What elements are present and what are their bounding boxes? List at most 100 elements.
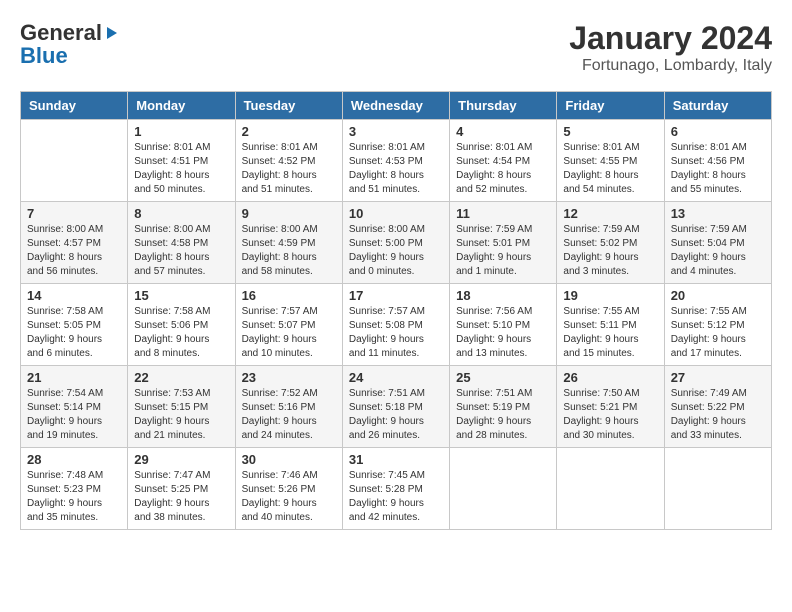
day-info: Sunrise: 8:00 AMSunset: 5:00 PMDaylight:… <box>349 223 443 279</box>
day-info: Sunrise: 7:50 AMSunset: 5:21 PMDaylight:… <box>563 387 657 443</box>
day-info: Sunrise: 7:55 AMSunset: 5:11 PMDaylight:… <box>563 305 657 361</box>
calendar-cell <box>21 120 128 202</box>
day-number: 25 <box>456 370 550 385</box>
calendar-cell: 2Sunrise: 8:01 AMSunset: 4:52 PMDaylight… <box>235 120 342 202</box>
calendar-cell: 31 Sunrise: 7:45 AMSunset: 5:28 PMDayligh… <box>342 448 449 530</box>
calendar-week-row: 28 Sunrise: 7:48 AMSunset: 5:23 PMDayligh… <box>21 448 772 530</box>
day-number: 12 <box>563 206 657 221</box>
day-number: 9 <box>242 206 336 221</box>
day-info: Sunrise: 7:59 AMSunset: 5:02 PMDaylight:… <box>563 223 657 279</box>
day-number: 14 <box>27 288 121 303</box>
calendar-cell: 29 Sunrise: 7:47 AMSunset: 5:25 PMDayligh… <box>128 448 235 530</box>
calendar-cell: 11 Sunrise: 7:59 AMSunset: 5:01 PMDayligh… <box>450 202 557 284</box>
day-number: 1 <box>134 124 228 139</box>
day-info: Sunrise: 8:00 AMSunset: 4:59 PMDaylight:… <box>242 223 336 279</box>
day-info: Sunrise: 7:53 AMSunset: 5:15 PMDaylight:… <box>134 387 228 443</box>
day-number: 21 <box>27 370 121 385</box>
calendar-cell <box>450 448 557 530</box>
day-number: 26 <box>563 370 657 385</box>
day-info: Sunrise: 7:47 AMSunset: 5:25 PMDaylight:… <box>134 469 228 525</box>
day-info: Sunrise: 7:45 AMSunset: 5:28 PMDaylight:… <box>349 469 443 525</box>
logo-arrow-icon <box>103 25 119 41</box>
calendar-cell: 13Sunrise: 7:59 AMSunset: 5:04 PMDayligh… <box>664 202 771 284</box>
calendar-cell: 25 Sunrise: 7:51 AMSunset: 5:19 PMDayligh… <box>450 366 557 448</box>
calendar-cell: 19Sunrise: 7:55 AMSunset: 5:11 PMDayligh… <box>557 284 664 366</box>
weekday-header-wednesday: Wednesday <box>342 92 449 120</box>
day-number: 31 <box>349 452 443 467</box>
day-info: Sunrise: 7:51 AMSunset: 5:18 PMDaylight:… <box>349 387 443 443</box>
calendar-cell: 8Sunrise: 8:00 AMSunset: 4:58 PMDaylight… <box>128 202 235 284</box>
day-number: 15 <box>134 288 228 303</box>
day-info: Sunrise: 8:01 AMSunset: 4:53 PMDaylight:… <box>349 141 443 197</box>
logo: General Blue <box>20 20 120 66</box>
month-title: January 2024 <box>569 20 772 57</box>
calendar-week-row: 1 Sunrise: 8:01 AMSunset: 4:51 PMDaylight… <box>21 120 772 202</box>
day-number: 4 <box>456 124 550 139</box>
calendar-cell: 23 Sunrise: 7:52 AMSunset: 5:16 PMDayligh… <box>235 366 342 448</box>
calendar-cell: 21 Sunrise: 7:54 AMSunset: 5:14 PMDayligh… <box>21 366 128 448</box>
calendar-cell: 1 Sunrise: 8:01 AMSunset: 4:51 PMDaylight… <box>128 120 235 202</box>
day-info: Sunrise: 8:01 AMSunset: 4:56 PMDaylight:… <box>671 141 765 197</box>
logo-blue-text: Blue <box>20 46 68 66</box>
day-info: Sunrise: 7:57 AMSunset: 5:07 PMDaylight:… <box>242 305 336 361</box>
day-info: Sunrise: 7:52 AMSunset: 5:16 PMDaylight:… <box>242 387 336 443</box>
day-number: 3 <box>349 124 443 139</box>
calendar-cell: 7Sunrise: 8:00 AMSunset: 4:57 PMDaylight… <box>21 202 128 284</box>
calendar-cell: 16 Sunrise: 7:57 AMSunset: 5:07 PMDayligh… <box>235 284 342 366</box>
day-info: Sunrise: 7:58 AMSunset: 5:06 PMDaylight:… <box>134 305 228 361</box>
weekday-header-friday: Friday <box>557 92 664 120</box>
day-info: Sunrise: 7:58 AMSunset: 5:05 PMDaylight:… <box>27 305 121 361</box>
day-number: 10 <box>349 206 443 221</box>
calendar-cell: 22 Sunrise: 7:53 AMSunset: 5:15 PMDayligh… <box>128 366 235 448</box>
day-info: Sunrise: 7:46 AMSunset: 5:26 PMDaylight:… <box>242 469 336 525</box>
day-info: Sunrise: 7:56 AMSunset: 5:10 PMDaylight:… <box>456 305 550 361</box>
calendar-cell: 4 Sunrise: 8:01 AMSunset: 4:54 PMDaylight… <box>450 120 557 202</box>
day-info: Sunrise: 7:54 AMSunset: 5:14 PMDaylight:… <box>27 387 121 443</box>
day-number: 27 <box>671 370 765 385</box>
calendar-cell <box>557 448 664 530</box>
day-info: Sunrise: 8:01 AMSunset: 4:54 PMDaylight:… <box>456 141 550 197</box>
day-number: 28 <box>27 452 121 467</box>
day-info: Sunrise: 8:01 AMSunset: 4:51 PMDaylight:… <box>134 141 228 197</box>
day-number: 5 <box>563 124 657 139</box>
day-number: 22 <box>134 370 228 385</box>
calendar-cell: 3 Sunrise: 8:01 AMSunset: 4:53 PMDaylight… <box>342 120 449 202</box>
day-info: Sunrise: 7:48 AMSunset: 5:23 PMDaylight:… <box>27 469 121 525</box>
calendar-cell: 14 Sunrise: 7:58 AMSunset: 5:05 PMDayligh… <box>21 284 128 366</box>
day-number: 30 <box>242 452 336 467</box>
calendar-week-row: 14 Sunrise: 7:58 AMSunset: 5:05 PMDayligh… <box>21 284 772 366</box>
calendar-cell: 24 Sunrise: 7:51 AMSunset: 5:18 PMDayligh… <box>342 366 449 448</box>
day-info: Sunrise: 7:49 AMSunset: 5:22 PMDaylight:… <box>671 387 765 443</box>
day-info: Sunrise: 8:01 AMSunset: 4:55 PMDaylight:… <box>563 141 657 197</box>
weekday-header-thursday: Thursday <box>450 92 557 120</box>
day-number: 7 <box>27 206 121 221</box>
day-number: 18 <box>456 288 550 303</box>
day-number: 29 <box>134 452 228 467</box>
weekday-header-monday: Monday <box>128 92 235 120</box>
weekday-header-tuesday: Tuesday <box>235 92 342 120</box>
weekday-header-row: SundayMondayTuesdayWednesdayThursdayFrid… <box>21 92 772 120</box>
day-info: Sunrise: 7:51 AMSunset: 5:19 PMDaylight:… <box>456 387 550 443</box>
calendar-cell: 20 Sunrise: 7:55 AMSunset: 5:12 PMDayligh… <box>664 284 771 366</box>
day-number: 23 <box>242 370 336 385</box>
weekday-header-sunday: Sunday <box>21 92 128 120</box>
day-info: Sunrise: 7:55 AMSunset: 5:12 PMDaylight:… <box>671 305 765 361</box>
day-info: Sunrise: 7:57 AMSunset: 5:08 PMDaylight:… <box>349 305 443 361</box>
day-number: 20 <box>671 288 765 303</box>
day-number: 17 <box>349 288 443 303</box>
calendar-week-row: 21 Sunrise: 7:54 AMSunset: 5:14 PMDayligh… <box>21 366 772 448</box>
calendar-cell: 28 Sunrise: 7:48 AMSunset: 5:23 PMDayligh… <box>21 448 128 530</box>
day-number: 24 <box>349 370 443 385</box>
calendar-cell: 30 Sunrise: 7:46 AMSunset: 5:26 PMDayligh… <box>235 448 342 530</box>
day-info: Sunrise: 8:00 AMSunset: 4:58 PMDaylight:… <box>134 223 228 279</box>
day-number: 16 <box>242 288 336 303</box>
day-number: 11 <box>456 206 550 221</box>
day-info: Sunrise: 7:59 AMSunset: 5:01 PMDaylight:… <box>456 223 550 279</box>
calendar-cell: 26 Sunrise: 7:50 AMSunset: 5:21 PMDayligh… <box>557 366 664 448</box>
calendar-cell: 6Sunrise: 8:01 AMSunset: 4:56 PMDaylight… <box>664 120 771 202</box>
day-info: Sunrise: 7:59 AMSunset: 5:04 PMDaylight:… <box>671 223 765 279</box>
calendar-cell: 5 Sunrise: 8:01 AMSunset: 4:55 PMDaylight… <box>557 120 664 202</box>
location-title: Fortunago, Lombardy, Italy <box>569 57 772 75</box>
calendar-cell: 18 Sunrise: 7:56 AMSunset: 5:10 PMDayligh… <box>450 284 557 366</box>
calendar-table: SundayMondayTuesdayWednesdayThursdayFrid… <box>20 91 772 530</box>
